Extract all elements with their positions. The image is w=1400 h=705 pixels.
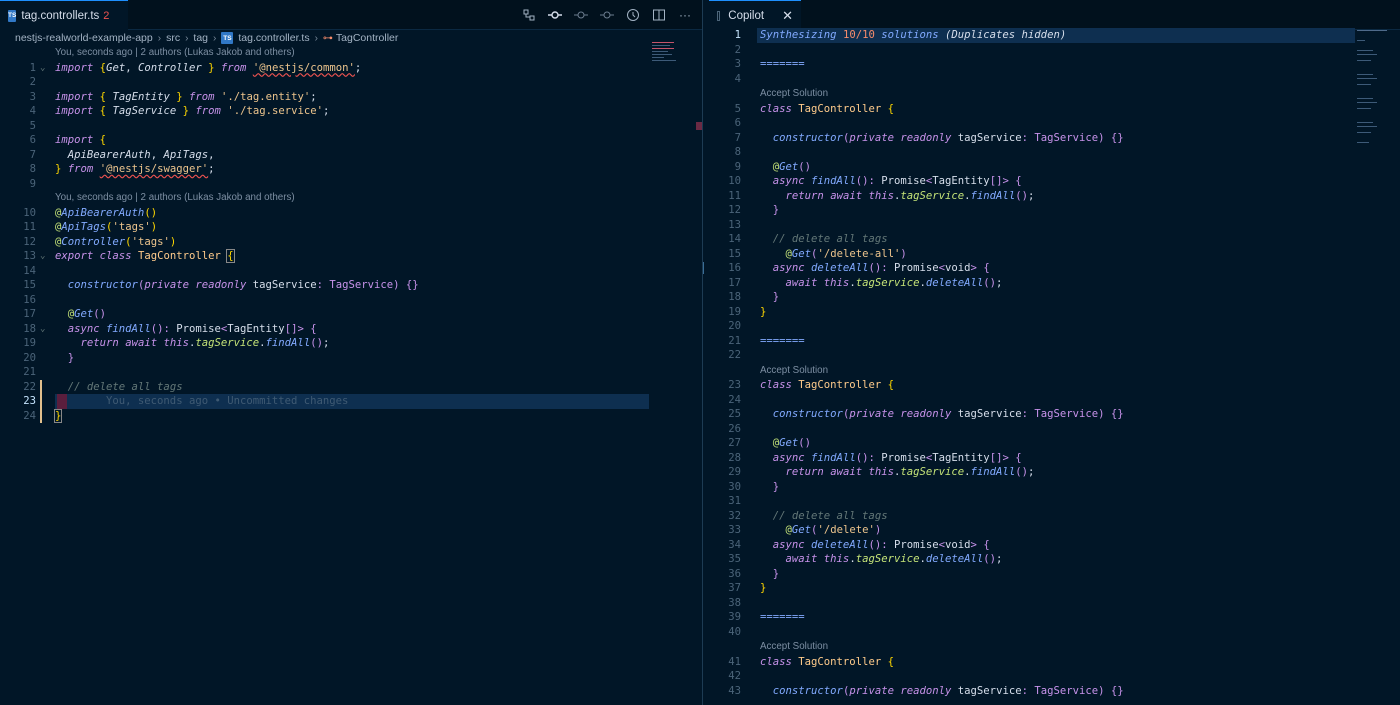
git-commit-icon[interactable] [548,8,562,22]
chevron-right-icon: › [213,32,217,44]
breadcrumb-symbol[interactable]: TagController [336,32,398,44]
code-line: 24} [23,408,63,423]
code-line: 7 ApiBearerAuth, ApiTags, [29,148,215,161]
close-icon[interactable]: ✕ [782,8,793,24]
split-sash[interactable] [702,0,709,705]
more-actions-icon[interactable]: ··· [678,8,692,22]
fold-chevron-icon[interactable]: ⌄ [40,322,45,337]
editor-toolbar: ··· [522,0,692,30]
code-line: 16 [23,293,36,306]
breadcrumb-project[interactable]: nestjs-realworld-example-app [15,32,153,44]
code-line: 5 [29,119,36,132]
next-change-icon[interactable] [600,8,614,22]
breadcrumb-src[interactable]: src [166,32,180,44]
solution-separator: ======= [760,334,805,347]
left-editor-pane: TS tag.controller.ts 2 ··· nestjs-realwo… [0,0,702,705]
breadcrumb: nestjs-realworld-example-app › src › tag… [15,30,398,46]
tab-title: Copilot [728,9,765,22]
code-line: 20 } [23,351,75,364]
synthesizing-line: 1 Synthesizing 10/10 solutions (Duplicate… [734,29,1067,41]
fold-chevron-icon[interactable]: ⌄ [40,61,45,76]
code-line: 1 ⌄ import {Get, Controller } from '@nestj… [0,61,702,76]
typescript-file-icon: TS [8,9,17,22]
left-tab-bar: TS tag.controller.ts 2 ··· [0,0,702,30]
inline-blame: You, seconds ago • Uncommitted changes [106,395,349,407]
code-line: 8} from '@nestjs/swagger'; [29,163,215,175]
line-number: 1 [29,61,36,74]
left-code-editor[interactable]: You, seconds ago | 2 authors (Lukas Jako… [0,46,702,705]
symbol-class-icon: ⊶ [322,32,333,44]
code-line: 12 @Controller('tags') [23,235,177,248]
code-line: 13 ⌄ export class TagController { [23,249,235,264]
code-line: 4 import { TagService } from './tag.servi… [29,105,330,117]
problem-count-badge: 2 [103,9,110,22]
solution-separator: ======= [760,611,805,623]
code-line: 10 @ApiBearerAuth() [23,206,158,219]
code-line: 9 [29,177,36,190]
breadcrumb-tag[interactable]: tag [193,32,208,44]
code-line: 21 [23,366,36,378]
code-line: 2 [29,76,36,88]
codelens-blame[interactable]: You, seconds ago | 2 authors (Lukas Jako… [55,46,295,61]
preview-file-icon [717,10,721,21]
right-tab-bar: Copilot ✕ [709,0,1400,30]
modified-gutter-marker [40,379,42,423]
breadcrumb-file[interactable]: tag.controller.ts [238,32,309,44]
code-line: 15 constructor(private readonly tagServi… [23,279,419,291]
minimap[interactable] [650,42,696,162]
source-control-icon[interactable] [522,8,536,22]
chevron-right-icon: › [157,32,162,44]
previous-change-icon[interactable] [574,8,588,22]
timeline-icon[interactable] [626,8,640,22]
code-line: 3 import { TagEntity } from './tag.entity… [29,90,317,103]
code-line: 22 // delete all tags [23,380,183,393]
tab-tag-controller[interactable]: TS tag.controller.ts 2 [0,0,128,30]
accept-solution-link[interactable]: Accept Solution [760,640,828,655]
copilot-minimap[interactable] [1355,30,1400,150]
code-line: 18 ⌄ async findAll(): Promise<TagEntity[]… [23,322,317,337]
chevron-right-icon: › [314,32,318,44]
fold-chevron-icon[interactable]: ⌄ [40,249,45,264]
copilot-pane: Copilot ✕ 1 Synthesizing 10/10 solutions … [709,0,1400,705]
typescript-file-icon: TS [221,32,234,44]
solution-separator: ======= [760,58,805,70]
code-line: 19 return await this.tagService.findAll(… [23,337,330,349]
accept-solution-link[interactable]: Accept Solution [760,87,828,102]
split-editor-icon[interactable] [652,8,666,22]
code-line-current: 23 You, seconds ago • Uncommitted change… [23,395,349,407]
accept-solution-link[interactable]: Accept Solution [760,364,828,379]
tab-title: tag.controller.ts [21,9,100,22]
copilot-results-editor[interactable]: 1 Synthesizing 10/10 solutions (Duplicate… [709,28,1400,705]
codelens-blame[interactable]: You, seconds ago | 2 authors (Lukas Jako… [55,191,295,206]
code-line: 14 [23,264,36,277]
code-line: 6 import { [29,134,107,146]
chevron-right-icon: › [185,32,189,44]
code-line: 17 @Get() [23,308,107,320]
code-line: 11 @ApiTags('tags') [23,221,158,233]
tab-copilot[interactable]: Copilot ✕ [709,0,801,30]
